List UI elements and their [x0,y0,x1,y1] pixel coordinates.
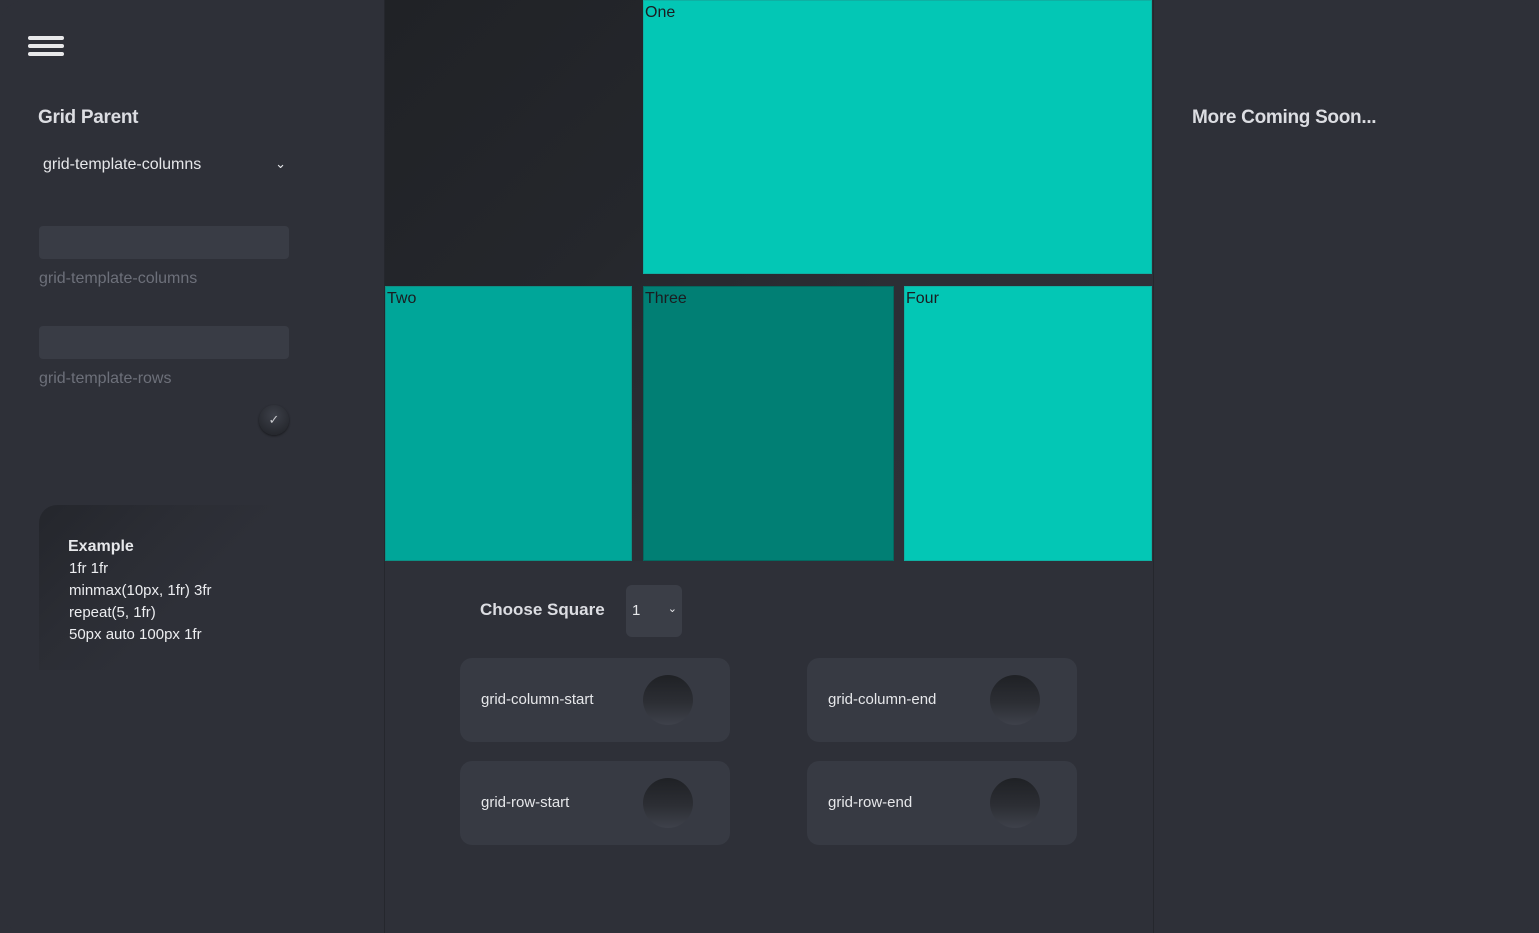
example-line: 50px auto 100px 1fr [69,626,202,643]
square-label: One [645,4,676,21]
right-sidebar: More Coming Soon... [1153,0,1539,933]
apply-button[interactable]: ✓ [259,405,289,435]
example-title: Example [68,538,134,555]
left-sidebar: Grid Parent grid-template-columns ⌄ grid… [0,0,385,933]
app-window: Grid Parent grid-template-columns ⌄ grid… [0,0,1539,933]
grid-column-start-knob[interactable] [643,675,693,725]
grid-square-three[interactable]: Three [643,286,894,561]
property-label: grid-row-start [481,794,570,811]
checkmark-icon: ✓ [268,412,280,427]
right-panel-title: More Coming Soon... [1192,107,1377,128]
chevron-down-icon: ⌄ [667,603,677,615]
square-label: Four [906,290,939,307]
example-line: 1fr 1fr [69,560,109,577]
grid-column-end-knob[interactable] [990,675,1040,725]
grid-template-columns-label: grid-template-columns [39,270,198,287]
property-select[interactable]: grid-template-columns ⌄ [38,150,290,182]
grid-template-rows-label: grid-template-rows [39,370,172,387]
grid-square-two[interactable]: Two [385,286,632,561]
chevron-down-icon: ⌄ [275,156,286,171]
grid-square-four[interactable]: Four [904,286,1152,561]
grid-row-end-control: grid-row-end [807,761,1077,845]
property-label: grid-column-end [828,691,937,708]
example-card: Example 1fr 1fr minmax(10px, 1fr) 3fr re… [39,505,289,670]
hamburger-menu-icon[interactable] [28,36,64,62]
square-select-value: 1 [632,602,641,619]
grid-workspace: One Two Three Four Choose Square 1 ⌄ gri… [385,0,1153,933]
panel-title: Grid Parent [38,107,139,128]
property-label: grid-row-end [828,794,913,811]
grid-template-columns-input[interactable] [39,226,289,259]
grid-row-start-control: grid-row-start [460,761,730,845]
square-label: Three [645,290,687,307]
example-line: repeat(5, 1fr) [69,604,156,621]
grid-column-end-control: grid-column-end [807,658,1077,742]
grid-template-rows-input[interactable] [39,326,289,359]
grid-column-start-control: grid-column-start [460,658,730,742]
square-select[interactable]: 1 ⌄ [626,585,682,637]
grid-row-start-knob[interactable] [643,778,693,828]
square-label: Two [387,290,417,307]
choose-square-label: Choose Square [480,600,605,619]
grid-square-one[interactable]: One [643,0,1152,274]
grid-row-end-knob[interactable] [990,778,1040,828]
example-line: minmax(10px, 1fr) 3fr [69,582,212,599]
property-select-value: grid-template-columns [43,156,202,173]
property-label: grid-column-start [481,691,594,708]
